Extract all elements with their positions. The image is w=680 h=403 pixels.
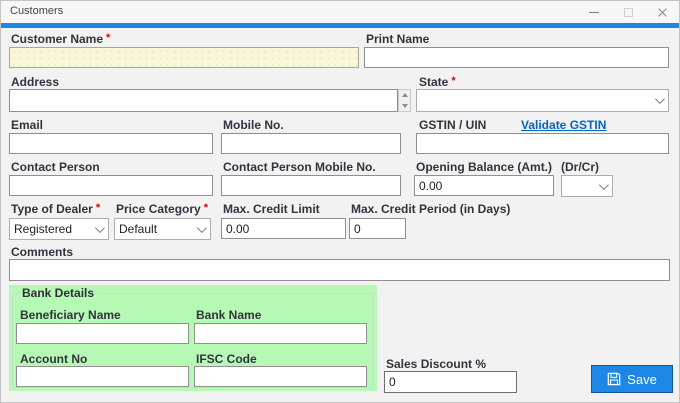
sales-discount-label: Sales Discount % bbox=[386, 357, 487, 371]
opening-balance-label: Opening Balance (Amt.) bbox=[416, 160, 553, 174]
beneficiary-name-label: Beneficiary Name bbox=[20, 308, 121, 322]
ifsc-code-input[interactable] bbox=[194, 366, 367, 387]
bank-name-input[interactable] bbox=[194, 323, 367, 344]
drcr-label: (Dr/Cr) bbox=[561, 160, 599, 174]
max-credit-period-label: Max. Credit Period (in Days) bbox=[351, 202, 511, 216]
address-scrollbar[interactable] bbox=[398, 89, 411, 112]
sales-discount-input[interactable] bbox=[384, 371, 517, 393]
chevron-down-icon bbox=[94, 222, 105, 233]
type-of-dealer-label: Type of Dealer * bbox=[11, 202, 101, 216]
titlebar: Customers bbox=[1, 1, 679, 23]
chevron-down-icon bbox=[598, 179, 609, 190]
mobile-no-label: Mobile No. bbox=[223, 118, 284, 132]
contact-person-mobile-label: Contact Person Mobile No. bbox=[223, 160, 376, 174]
customer-name-label: Customer Name * bbox=[11, 32, 111, 46]
maximize-button[interactable] bbox=[611, 1, 645, 23]
gstin-input[interactable] bbox=[416, 133, 669, 154]
required-asterisk: * bbox=[203, 202, 208, 214]
email-input[interactable] bbox=[9, 133, 213, 154]
scroll-down-icon bbox=[401, 103, 408, 108]
scroll-up-icon bbox=[401, 93, 408, 98]
state-combobox[interactable] bbox=[416, 89, 669, 112]
accent-bar bbox=[1, 23, 679, 28]
account-no-label: Account No bbox=[20, 352, 88, 366]
required-asterisk: * bbox=[95, 202, 101, 214]
max-credit-period-input[interactable] bbox=[349, 218, 406, 239]
type-of-dealer-combobox[interactable]: Registered bbox=[9, 218, 109, 240]
close-icon bbox=[657, 7, 668, 18]
contact-person-input[interactable] bbox=[9, 175, 213, 196]
close-button[interactable] bbox=[645, 1, 679, 23]
save-icon bbox=[607, 372, 621, 386]
save-button-label: Save bbox=[627, 371, 657, 387]
customer-name-input[interactable] bbox=[9, 47, 359, 68]
contact-person-label: Contact Person bbox=[11, 160, 100, 174]
bank-details-title: Bank Details bbox=[19, 286, 98, 300]
maximize-icon bbox=[623, 7, 633, 17]
max-credit-limit-input[interactable] bbox=[221, 218, 346, 239]
email-label: Email bbox=[11, 118, 44, 132]
drcr-combobox[interactable] bbox=[561, 175, 613, 197]
customers-dialog: Customers Customer Name * Print Name Addr… bbox=[0, 0, 680, 403]
account-no-input[interactable] bbox=[16, 366, 189, 387]
ifsc-code-label: IFSC Code bbox=[196, 352, 257, 366]
type-of-dealer-value: Registered bbox=[14, 222, 73, 236]
bank-details-panel: Bank Details Beneficiary Name Bank Name … bbox=[9, 285, 377, 391]
required-asterisk: * bbox=[451, 75, 456, 87]
required-asterisk: * bbox=[106, 32, 111, 44]
validate-gstin-link[interactable]: Validate GSTIN bbox=[521, 118, 606, 132]
window-title: Customers bbox=[10, 5, 64, 17]
address-input[interactable] bbox=[9, 89, 398, 112]
bank-name-label: Bank Name bbox=[196, 308, 262, 322]
chevron-down-icon bbox=[654, 94, 665, 105]
print-name-input[interactable] bbox=[364, 47, 669, 68]
price-category-value: Default bbox=[119, 222, 158, 236]
comments-label: Comments bbox=[11, 245, 74, 259]
state-label: State * bbox=[419, 75, 456, 89]
save-button[interactable]: Save bbox=[591, 365, 673, 393]
print-name-label: Print Name bbox=[366, 32, 430, 46]
address-label: Address bbox=[11, 75, 60, 89]
chevron-down-icon bbox=[196, 222, 207, 233]
minimize-icon bbox=[589, 11, 599, 13]
comments-input[interactable] bbox=[9, 259, 670, 281]
opening-balance-input[interactable] bbox=[414, 175, 554, 196]
price-category-combobox[interactable]: Default bbox=[114, 218, 211, 240]
mobile-no-input[interactable] bbox=[221, 133, 401, 154]
gstin-label: GSTIN / UIN bbox=[419, 118, 487, 132]
minimize-button[interactable] bbox=[577, 1, 611, 23]
contact-person-mobile-input[interactable] bbox=[221, 175, 401, 196]
max-credit-limit-label: Max. Credit Limit bbox=[223, 202, 320, 216]
beneficiary-name-input[interactable] bbox=[16, 323, 189, 344]
price-category-label: Price Category * bbox=[116, 202, 208, 216]
